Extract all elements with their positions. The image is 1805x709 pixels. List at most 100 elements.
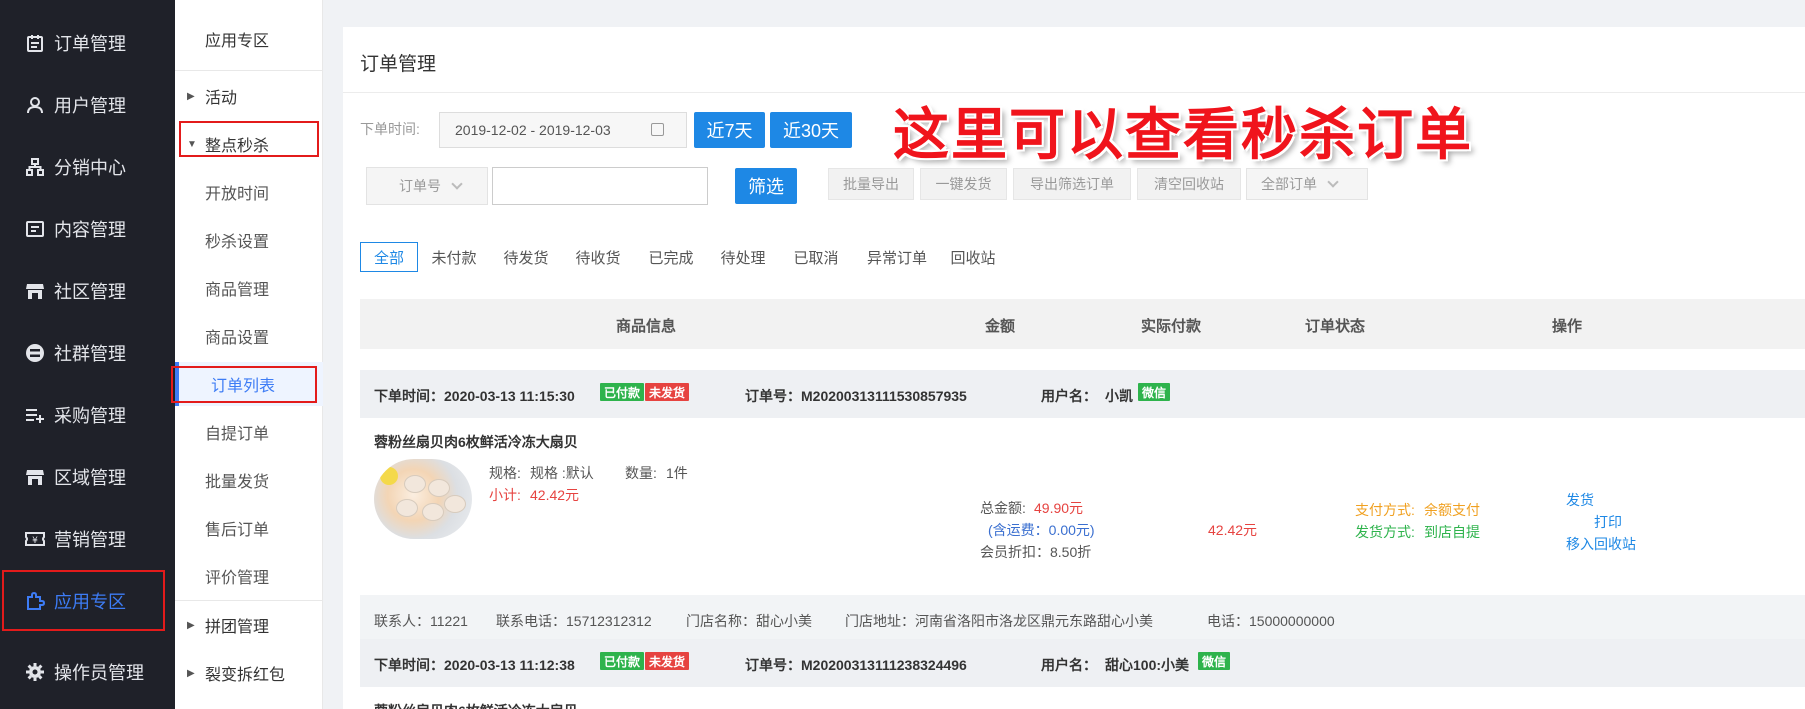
unshipped-badge: 未发货: [645, 383, 690, 401]
tab-pending[interactable]: 待处理: [713, 242, 773, 272]
group-label: 裂变拆红包: [205, 667, 286, 684]
tab-to-ship[interactable]: 待发货: [496, 242, 556, 272]
move-to-recycle-link[interactable]: 移入回收站: [1566, 534, 1636, 554]
print-link[interactable]: 打印: [1594, 512, 1622, 532]
tab-to-receive[interactable]: 待收货: [568, 242, 628, 272]
nav-item-region[interactable]: 区域管理: [0, 446, 175, 508]
date-range-picker[interactable]: 2019-12-02 - 2019-12-03: [439, 112, 687, 148]
clear-recycle-button[interactable]: 清空回收站: [1137, 168, 1241, 200]
clipboard-icon: [24, 32, 46, 54]
nav-item-users[interactable]: 用户管理: [0, 74, 175, 136]
nav-item-content[interactable]: 内容管理: [0, 198, 175, 260]
nav-item-operators[interactable]: 操作员管理: [0, 641, 175, 703]
last-30-days-button[interactable]: 近30天: [770, 112, 852, 148]
submenu-item-pickup-orders[interactable]: 自提订单: [175, 410, 323, 454]
divider: [175, 600, 323, 601]
spec-value: 规格 :默认: [530, 465, 594, 481]
list-plus-icon: [24, 404, 46, 426]
submenu: 应用专区 ▶ 活动 ▼ 整点秒杀 开放时间 秒杀设置 商品管理 商品设置 订单列表 …: [171, 0, 323, 709]
nav-item-community[interactable]: 社区管理: [0, 260, 175, 322]
order-time-label: 下单时间:: [360, 121, 420, 137]
order-field-select[interactable]: 订单号: [366, 167, 488, 205]
product-name[interactable]: 蓉粉丝扇贝肉6枚鲜活冷冻大扇贝: [374, 701, 578, 709]
nav-item-groups[interactable]: 社群管理: [0, 322, 175, 384]
submenu-item-after-sale[interactable]: 售后订单: [175, 506, 323, 550]
submenu-item-products[interactable]: 商品管理: [175, 266, 323, 310]
user-name-label: 用户名：: [1041, 657, 1097, 673]
order-contact-row: 联系人：11221 联系电话：15712312312 门店名称：甜心小美 门店地…: [360, 595, 1805, 643]
submenu-group-group-buy[interactable]: ▶ 拼团管理: [175, 603, 323, 647]
submenu-item-product-settings[interactable]: 商品设置: [175, 314, 323, 358]
nav-label: 内容管理: [54, 220, 126, 240]
tab-unpaid[interactable]: 未付款: [424, 242, 484, 272]
tab-completed[interactable]: 已完成: [641, 242, 701, 272]
nav-label: 用户管理: [54, 96, 126, 116]
group-label: 拼团管理: [205, 619, 270, 636]
submenu-item-batch-ship[interactable]: 批量发货: [175, 458, 323, 502]
last-7-days-button[interactable]: 近7天: [694, 112, 765, 148]
nav-item-apps[interactable]: 应用专区: [0, 570, 175, 632]
paid-badge: 已付款: [600, 383, 645, 401]
main-sidebar: 订单管理 用户管理 分销中心 内容管理 社区管理 社群管理 采购管理 区域管理 …: [0, 0, 175, 709]
nav-label: 采购管理: [54, 406, 126, 426]
quantity-value: 1件: [666, 465, 688, 481]
lemon-shape: [380, 467, 398, 485]
nav-item-purchase[interactable]: 采购管理: [0, 384, 175, 446]
column-header: 订单状态: [1305, 318, 1366, 335]
nav-label: 操作员管理: [54, 663, 144, 683]
nav-item-distribution[interactable]: 分销中心: [0, 136, 175, 198]
tab-recycle-bin[interactable]: 回收站: [943, 242, 1003, 272]
ship-method-label: 发货方式:: [1355, 524, 1415, 540]
nav-label: 营销管理: [54, 530, 126, 550]
export-filtered-button[interactable]: 导出筛选订单: [1013, 168, 1131, 200]
nav-item-marketing[interactable]: ¥ 营销管理: [0, 508, 175, 570]
contact-name: 联系人：11221: [374, 613, 468, 629]
submenu-group-activity[interactable]: ▶ 活动: [175, 74, 323, 118]
ship-link[interactable]: 发货: [1566, 490, 1594, 510]
paid-badge: 已付款: [600, 652, 645, 670]
one-click-ship-button[interactable]: 一键发货: [920, 168, 1007, 200]
submenu-item-reviews[interactable]: 评价管理: [175, 554, 323, 598]
tab-cancelled[interactable]: 已取消: [786, 242, 846, 272]
tab-all[interactable]: 全部: [360, 242, 418, 272]
subtotal-value: 42.42元: [530, 487, 580, 503]
ticket-icon: ¥: [24, 528, 46, 550]
nav-item-orders[interactable]: 订单管理: [0, 12, 175, 74]
nav-label: 社区管理: [54, 282, 126, 302]
order-header-row: 下单时间：2020-03-13 11:15:30 已付款 未发货 订单号：M20…: [360, 370, 1805, 418]
scallop-shape: [404, 475, 426, 493]
scallop-shape: [444, 495, 466, 513]
store-address: 门店地址：河南省洛阳市洛龙区鼎元东路甜心小美: [845, 613, 1153, 629]
scallop-shape: [422, 503, 444, 521]
group-label: 活动: [205, 90, 238, 107]
total-label: 总金额:: [980, 500, 1026, 516]
user-name-label: 用户名：: [1041, 388, 1097, 404]
contact-phone: 联系电话：15712312312: [496, 613, 652, 629]
order-number: 订单号：M20200313111530857935: [745, 388, 967, 404]
column-header: 商品信息: [616, 318, 677, 335]
column-header: 操作: [1552, 318, 1583, 335]
shipping-fee: (含运费：0.00元): [988, 522, 1095, 538]
store-icon: [24, 466, 46, 488]
store-phone: 电话：15000000000: [1207, 613, 1335, 629]
order-type-select[interactable]: 全部订单: [1246, 168, 1368, 200]
quantity-label: 数量:: [625, 465, 657, 481]
member-discount: 会员折扣：8.50折: [980, 544, 1092, 560]
product-name[interactable]: 蓉粉丝扇贝肉6枚鲜活冷冻大扇贝: [374, 432, 578, 452]
order-search-input[interactable]: [492, 167, 708, 205]
submenu-item-flash-settings[interactable]: 秒杀设置: [175, 218, 323, 262]
submenu-item-open-time[interactable]: 开放时间: [175, 170, 323, 214]
tab-abnormal[interactable]: 异常订单: [860, 242, 934, 272]
page-title: 订单管理: [360, 54, 437, 75]
pay-method-value: 余额支付: [1424, 502, 1480, 518]
store-icon: [24, 280, 46, 302]
filter-button[interactable]: 筛选: [735, 168, 797, 204]
pay-method-label: 支付方式:: [1355, 502, 1415, 518]
product-thumbnail[interactable]: [374, 459, 472, 539]
document-icon: [24, 218, 46, 240]
sitemap-icon: [24, 156, 46, 178]
batch-export-button[interactable]: 批量导出: [828, 168, 914, 200]
submenu-group-red-packet[interactable]: ▶ 裂变拆红包: [175, 651, 323, 695]
order-number: 订单号：M20200313111238324496: [745, 657, 967, 673]
order-time: 下单时间：2020-03-13 11:12:38: [374, 657, 575, 673]
